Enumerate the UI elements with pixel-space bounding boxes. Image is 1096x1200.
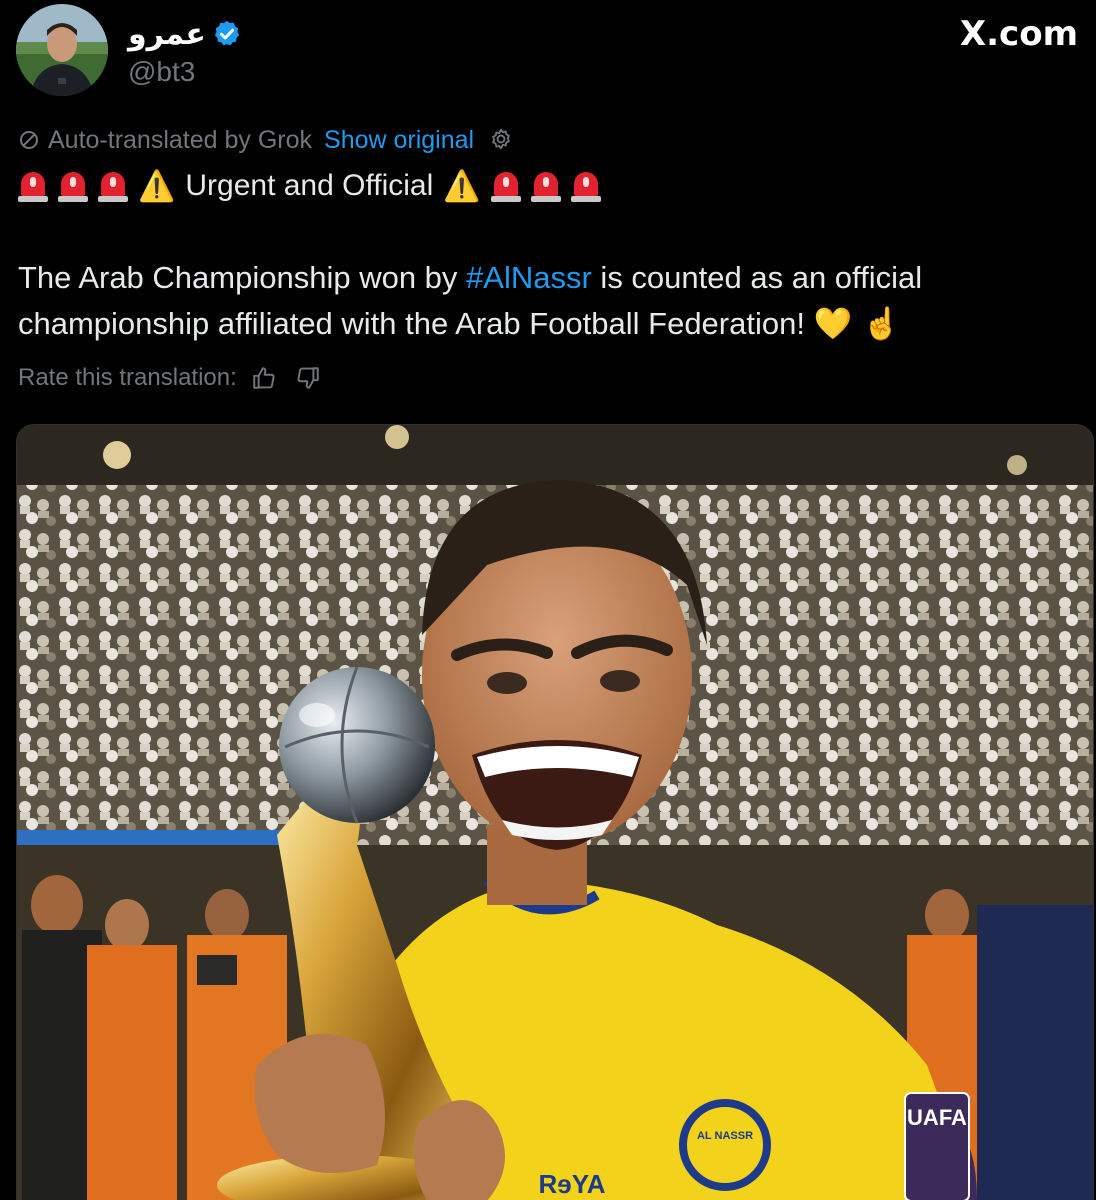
- post-text-part: The Arab Championship won by: [18, 260, 467, 295]
- warning-icon: ⚠️: [138, 168, 176, 204]
- author-name-row[interactable]: عمرو: [128, 16, 242, 52]
- verified-badge-icon: [214, 20, 240, 46]
- uafa-badge-text: UAFA: [907, 1105, 967, 1130]
- rate-translation-label: Rate this translation:: [18, 364, 237, 391]
- siren-icon: [18, 170, 48, 202]
- translation-notice: Auto-translated by Grok Show original: [18, 122, 514, 158]
- siren-icon: [98, 170, 128, 202]
- warning-icon: ⚠️: [443, 168, 481, 204]
- post-header: عمرو @bt3 X.com: [0, 0, 1096, 110]
- siren-icon: [570, 170, 601, 202]
- thumbs-down-icon[interactable]: [295, 365, 321, 391]
- siren-icon: [58, 170, 88, 202]
- author-handle[interactable]: @bt3: [128, 56, 195, 88]
- al-nassr-crest-text: AL NASSR: [697, 1130, 753, 1142]
- gear-icon[interactable]: [488, 127, 514, 153]
- no-translate-icon: [20, 131, 38, 149]
- siren-icon: [530, 170, 561, 202]
- post-body: The Arab Championship won by #AlNassr is…: [18, 255, 1078, 347]
- post-headline: Urgent and Official: [185, 169, 434, 202]
- post-media-image[interactable]: UAFA AL NASSR RɘYA: [16, 424, 1094, 1200]
- jersey-sponsor-text: RɘYA: [539, 1169, 606, 1199]
- siren-icon: [490, 170, 521, 202]
- thumbs-up-icon[interactable]: [251, 365, 277, 391]
- site-label: X.com: [959, 14, 1078, 54]
- show-original-link[interactable]: Show original: [324, 126, 474, 155]
- author-display-name[interactable]: عمرو: [128, 17, 206, 52]
- hashtag-link[interactable]: #AlNassr: [466, 260, 592, 295]
- post-headline-line: ⚠️ Urgent and Official ⚠️: [18, 164, 601, 208]
- rate-translation-row: Rate this translation:: [18, 360, 321, 396]
- translation-notice-text: Auto-translated by Grok: [48, 125, 313, 154]
- post-emojis: 💛 ☝️: [813, 306, 901, 342]
- avatar[interactable]: [16, 4, 108, 96]
